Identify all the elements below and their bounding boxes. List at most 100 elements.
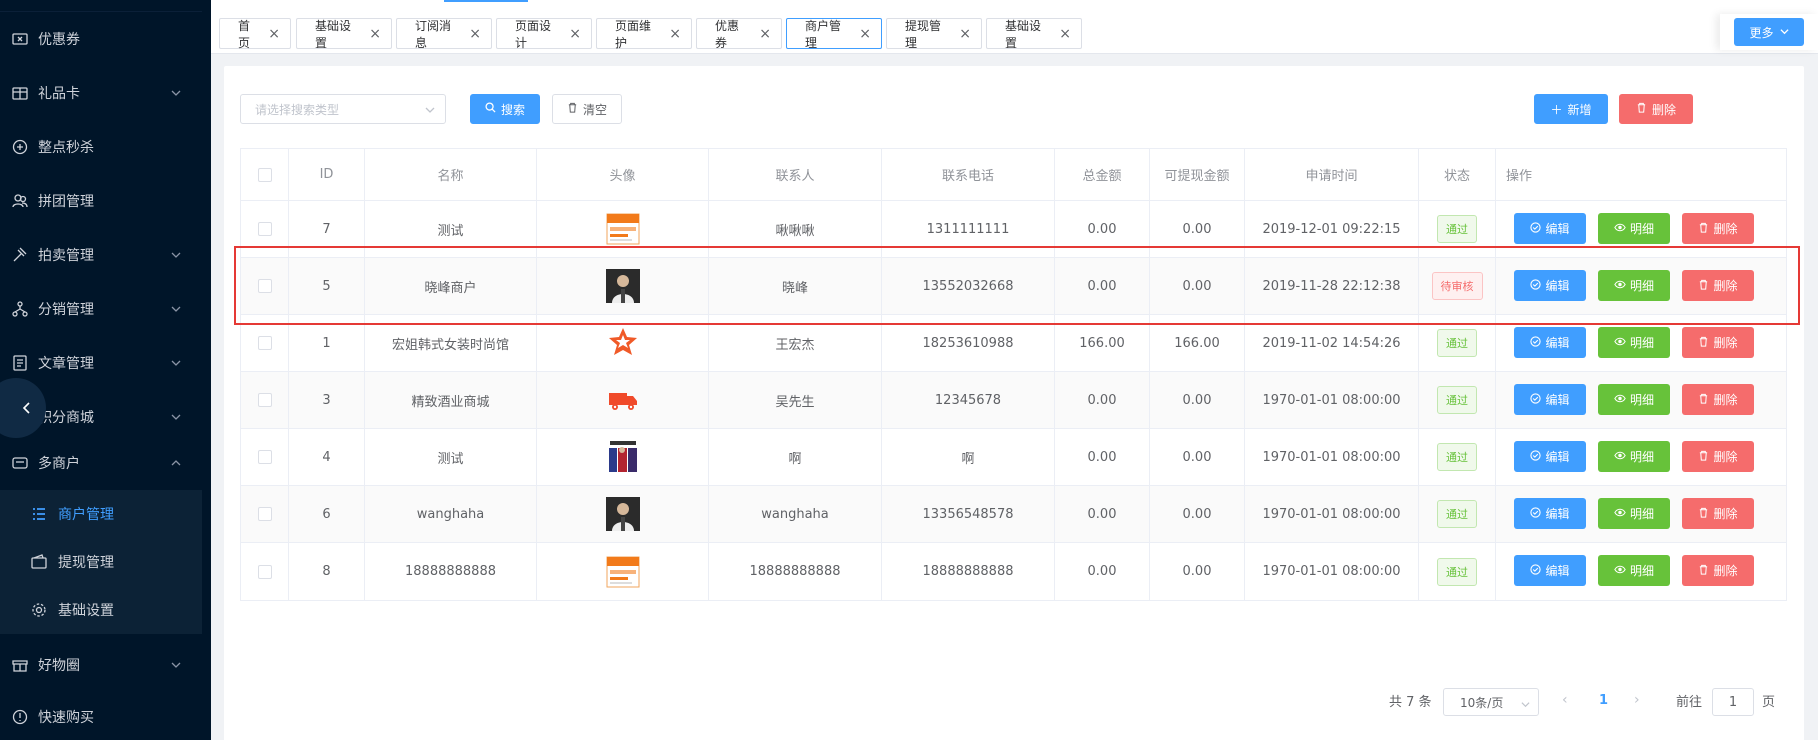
table-cell: 通过 [1419, 486, 1496, 542]
table-cell [537, 429, 709, 485]
eye-icon [1614, 507, 1626, 521]
row-checkbox[interactable] [257, 450, 272, 464]
close-icon[interactable]: × [569, 26, 581, 42]
tab[interactable]: 优惠券 × [696, 18, 782, 50]
row-checkbox[interactable] [257, 336, 272, 350]
detail-button[interactable]: 明细 [1598, 384, 1670, 415]
detail-button-label: 明细 [1629, 450, 1654, 464]
page-size-select[interactable]: 10条/页 [1443, 688, 1539, 716]
table-cell: 1970-01-01 08:00:00 [1245, 372, 1419, 428]
edit-button[interactable]: 编辑 [1514, 213, 1586, 244]
tab[interactable]: 基础设置 × [296, 18, 392, 50]
sidebar-item[interactable]: 好物圈 [0, 638, 202, 692]
submenu-item[interactable]: 商户管理 [0, 490, 202, 538]
prev-page-button[interactable]: ‹ [1562, 692, 1568, 708]
delete-button[interactable]: 删除 [1682, 441, 1754, 472]
edit-button[interactable]: 编辑 [1514, 384, 1586, 415]
tab[interactable]: 首页 × [219, 18, 291, 50]
submenu-item[interactable]: 基础设置 [0, 586, 202, 634]
delete-button[interactable]: 删除 [1682, 498, 1754, 529]
cell-withdrawable: 166.00 [1174, 335, 1220, 351]
edit-button[interactable]: 编辑 [1514, 441, 1586, 472]
check-circle-icon [1530, 449, 1542, 464]
detail-button[interactable]: 明细 [1598, 498, 1670, 529]
submenu-item[interactable]: 提现管理 [0, 538, 202, 586]
detail-button[interactable]: 明细 [1598, 270, 1670, 301]
cell-withdrawable: 0.00 [1182, 449, 1212, 465]
delete-button[interactable]: 删除 [1682, 327, 1754, 358]
close-icon[interactable]: × [268, 26, 280, 42]
close-icon[interactable]: × [469, 26, 481, 42]
close-icon[interactable]: × [859, 26, 871, 42]
tab[interactable]: 提现管理 × [886, 18, 982, 50]
goto-suffix: 页 [1762, 686, 1775, 714]
sidebar-item-label: 分销管理 [38, 302, 94, 318]
close-icon[interactable]: × [1059, 26, 1071, 42]
group-buy-icon [10, 191, 30, 211]
cell-withdrawable: 0.00 [1182, 221, 1212, 237]
column-header-label: 头像 [609, 169, 636, 184]
sidebar-item[interactable]: 分销管理 [0, 282, 202, 336]
column-header: 联系人 [709, 149, 882, 200]
column-header-label: 总金额 [1082, 169, 1122, 184]
clear-button[interactable]: 清空 [552, 94, 622, 124]
more-button[interactable]: 更多 [1734, 18, 1804, 46]
tab[interactable]: 基础设置 × [986, 18, 1082, 50]
sidebar-item[interactable]: 快速购买 [0, 690, 202, 740]
table-cell: 通过 [1419, 372, 1496, 428]
circle-icon [10, 655, 30, 675]
tab[interactable]: 页面设计 × [496, 18, 592, 50]
tab[interactable]: 页面维护 × [596, 18, 692, 50]
sidebar-item[interactable]: 拍卖管理 [0, 228, 202, 282]
row-checkbox[interactable] [257, 507, 272, 521]
row-select-cell [241, 258, 289, 314]
edit-button[interactable]: 编辑 [1514, 555, 1586, 586]
sidebar-item[interactable]: 多商户 [0, 436, 202, 490]
goto-page-input[interactable]: 1 [1712, 688, 1754, 716]
close-icon[interactable]: × [959, 26, 971, 42]
add-button[interactable]: ＋ 新增 [1534, 94, 1608, 124]
tab-label: 订阅消息 [415, 18, 452, 50]
tab-label: 页面设计 [515, 18, 552, 50]
delete-button[interactable]: 删除 [1682, 555, 1754, 586]
detail-button-label: 明细 [1629, 279, 1654, 293]
edit-button[interactable]: 编辑 [1514, 270, 1586, 301]
cell-name: 宏姐韩式女装时尚馆 [391, 337, 509, 353]
chevron-down-icon [425, 104, 435, 114]
close-icon[interactable]: × [759, 26, 771, 42]
delete-button[interactable]: 删除 [1682, 270, 1754, 301]
cell-phone: 18253610988 [922, 335, 1014, 351]
bulk-delete-button[interactable]: 删除 [1619, 94, 1693, 124]
detail-button[interactable]: 明细 [1598, 441, 1670, 472]
edit-button[interactable]: 编辑 [1514, 327, 1586, 358]
status-badge: 通过 [1437, 329, 1477, 357]
search-type-select[interactable]: 请选择搜索类型 [240, 94, 446, 124]
next-page-button[interactable]: › [1634, 692, 1640, 708]
detail-button[interactable]: 明细 [1598, 213, 1670, 244]
tab[interactable]: 订阅消息 × [396, 18, 492, 50]
cell-time: 2019-11-28 22:12:38 [1262, 278, 1401, 294]
sidebar-item[interactable]: 优惠券 [0, 12, 202, 66]
sidebar-item[interactable]: 拼团管理 [0, 174, 202, 228]
search-button[interactable]: 搜索 [470, 94, 540, 124]
page-size-value: 10条/页 [1460, 695, 1504, 710]
sidebar-item[interactable]: 整点秒杀 [0, 120, 202, 174]
row-checkbox[interactable] [257, 279, 272, 293]
sidebar-item[interactable]: 礼品卡 [0, 66, 202, 120]
detail-button[interactable]: 明细 [1598, 327, 1670, 358]
delete-button[interactable]: 删除 [1682, 384, 1754, 415]
tab[interactable]: 商户管理 × [786, 18, 882, 50]
edit-button[interactable]: 编辑 [1514, 498, 1586, 529]
select-all-checkbox[interactable] [257, 167, 272, 182]
eye-icon [1614, 393, 1626, 407]
delete-button[interactable]: 删除 [1682, 213, 1754, 244]
table-cell: 测试 [365, 201, 537, 257]
close-icon[interactable]: × [669, 26, 681, 42]
page-number-current[interactable]: 1 [1599, 693, 1608, 708]
detail-button[interactable]: 明细 [1598, 555, 1670, 586]
close-icon[interactable]: × [369, 26, 381, 42]
row-checkbox[interactable] [257, 393, 272, 407]
row-checkbox[interactable] [257, 564, 272, 579]
submenu-item-label: 商户管理 [58, 507, 114, 523]
row-checkbox[interactable] [257, 222, 272, 236]
